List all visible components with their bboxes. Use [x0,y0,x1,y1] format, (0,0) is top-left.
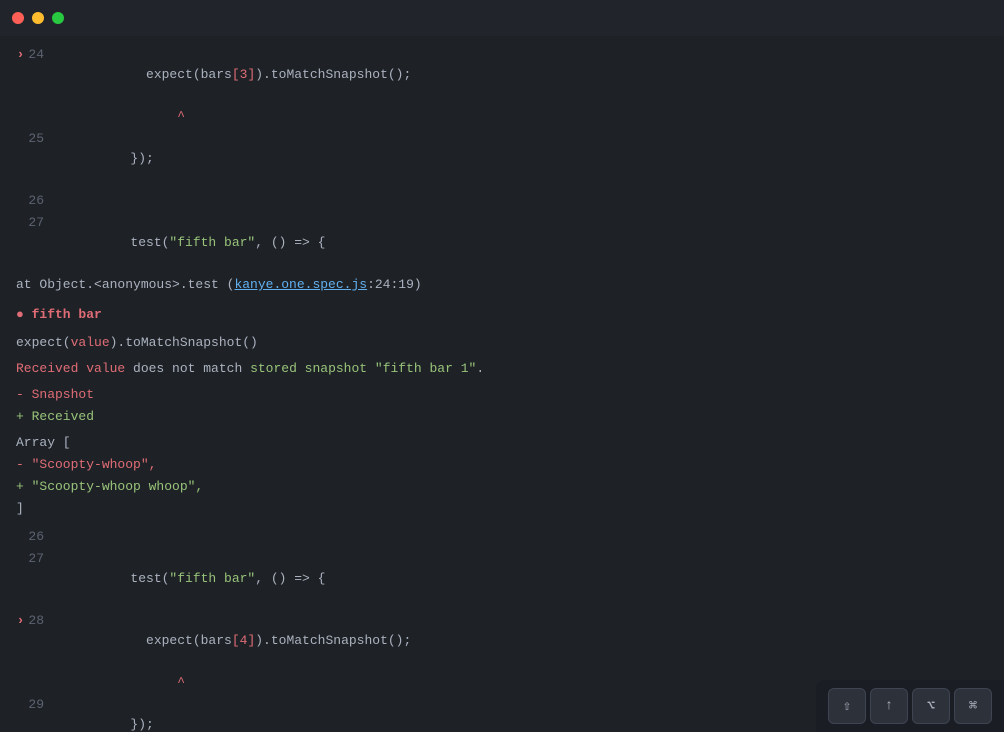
diff-plus-label: + Received [0,406,1004,428]
code-line-caret1: ^ [0,106,1004,128]
code-line-26b: 26 [0,526,1004,548]
diff-line-plus: + "Scoopty-whoop whoop", [0,476,1004,498]
test-title: ● fifth bar [0,304,1004,326]
code-line-27b: 27 test("fifth bar", () => { [0,548,1004,610]
array-close: ] [0,498,1004,520]
maximize-button[interactable] [52,12,64,24]
arrow-indicator-2: › [17,611,25,631]
keyboard-bar: ⇧ ↑ ⌥ ⌘ [816,680,1004,732]
diff-minus-label: - Snapshot [0,384,1004,406]
command-key[interactable]: ⌘ [954,688,992,724]
arrow-indicator: › [17,45,25,65]
code-line-26a: 26 [0,190,1004,212]
line-gutter: › 24 [0,45,60,65]
code-line-24: › 24 expect(bars[3]).toMatchSnapshot(); [0,44,1004,106]
error-location-1: at Object.<anonymous>.test (kanye.one.sp… [0,274,1004,296]
terminal-content: › 24 expect(bars[3]).toMatchSnapshot(); … [0,36,1004,732]
close-button[interactable] [12,12,24,24]
code-line-25: 25 }); [0,128,1004,190]
spacer1 [0,296,1004,304]
array-open: Array [ [0,432,1004,454]
code-line-28: › 28 expect(bars[4]).toMatchSnapshot(); [0,610,1004,672]
expect-line: expect(value).toMatchSnapshot() [0,332,1004,354]
option-key[interactable]: ⌥ [912,688,950,724]
minimize-button[interactable] [32,12,44,24]
received-msg: Received value does not match stored sna… [0,358,1004,380]
title-bar [0,0,1004,36]
diff-line-minus: - "Scoopty-whoop", [0,454,1004,476]
code-line-27a: 27 test("fifth bar", () => { [0,212,1004,274]
shift-key[interactable]: ⇧ [828,688,866,724]
up-arrow-key[interactable]: ↑ [870,688,908,724]
